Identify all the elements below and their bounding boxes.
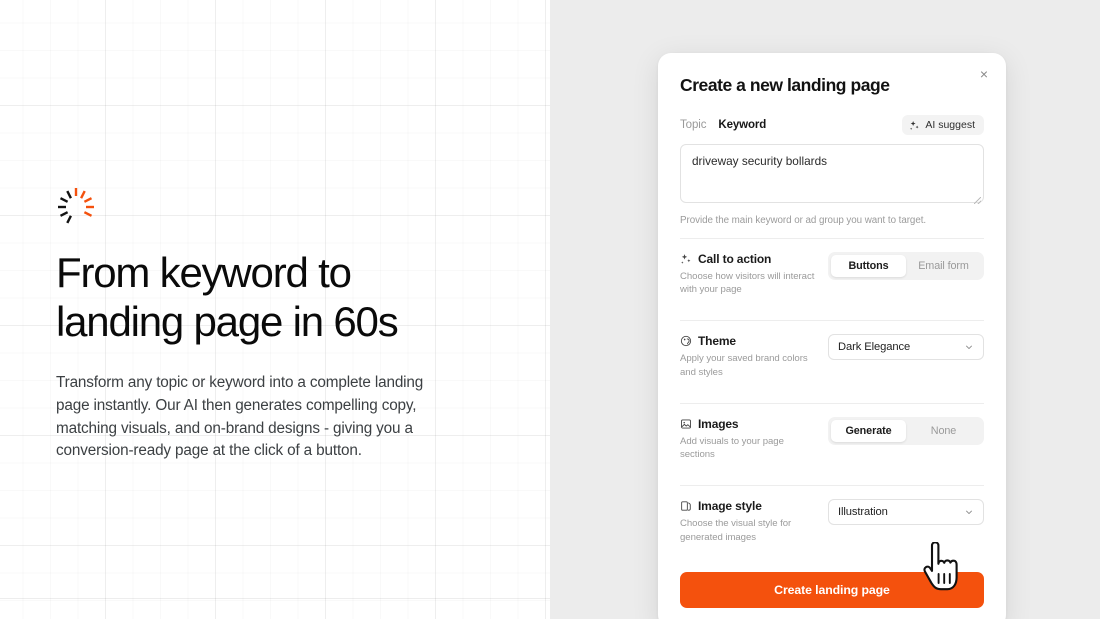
section-title-text: Images [698,416,739,431]
section-heading: Theme [680,334,816,348]
section-description: Choose how visitors will interact with y… [680,271,815,296]
section-images: Images Add visuals to your page sections… [680,404,984,473]
section-title-text: Theme [698,334,736,349]
panel-bottom-divider [0,598,550,599]
chevron-down-icon [966,511,972,515]
section-title-text: Image style [698,499,762,514]
page-title: From keyword to landing page in 60s [56,249,399,346]
modal-backdrop-panel: × Create a new landing page Topic Keywor… [550,0,1100,619]
section-image-style: Image style Choose the visual style for … [680,486,984,555]
tab-list: Topic Keyword [680,119,766,131]
theme-dropdown[interactable]: Dark Elegance [828,334,984,361]
section-text: Image style Choose the visual style for … [680,499,816,543]
ai-suggest-button[interactable]: AI suggest [902,115,984,135]
keyword-field-help: Provide the main keyword or ad group you… [680,215,927,226]
create-landing-page-modal: × Create a new landing page Topic Keywor… [658,53,1006,619]
modal-title: Create a new landing page [680,75,890,95]
palette-icon [680,336,692,347]
section-text: Images Add visuals to your page sections [680,417,816,461]
cta-option-email-form[interactable]: Email form [906,255,981,277]
keyword-field-wrapper [680,144,984,208]
section-text: Theme Apply your saved brand colors and … [680,334,816,378]
create-landing-page-button[interactable]: Create landing page [680,571,984,608]
tab-keyword[interactable]: Keyword [718,119,766,131]
keyword-input[interactable] [680,144,984,203]
marketing-panel: From keyword to landing page in 60s Tran… [0,0,550,619]
section-theme: Theme Apply your saved brand colors and … [680,321,984,390]
tab-topic[interactable]: Topic [680,119,706,131]
theme-selected-value: Dark Elegance [838,341,911,354]
cta-segmented-control: Buttons Email form [828,252,984,280]
chevron-down-icon [966,346,972,350]
hero-content: From keyword to landing page in 60s Tran… [56,186,476,463]
app-screen: From keyword to landing page in 60s Tran… [0,0,1100,619]
section-text: Call to action Choose how visitors will … [680,252,816,296]
burst-spark-icon [58,188,94,224]
image-style-selected-value: Illustration [838,506,888,519]
images-option-generate[interactable]: Generate [831,419,906,442]
sparkles-icon [681,254,691,264]
ai-suggest-label: AI suggest [925,119,975,131]
section-heading: Image style [680,499,816,513]
sparkles-icon [910,120,919,130]
section-heading: Call to action [680,252,816,266]
image-style-dropdown[interactable]: Illustration [828,499,984,526]
image-icon [681,419,691,429]
section-description: Choose the visual style for generated im… [680,518,792,543]
section-description: Add visuals to your page sections [680,435,784,461]
close-icon[interactable]: × [974,64,994,84]
cta-option-buttons[interactable]: Buttons [831,255,906,277]
images-segmented-control: Generate None [828,416,984,445]
image-style-icon [681,501,691,512]
section-description: Apply your saved brand colors and styles [680,353,808,378]
hero-body-text: Transform any topic or keyword into a co… [56,374,424,460]
images-option-none[interactable]: None [906,420,981,442]
section-call-to-action: Call to action Choose how visitors will … [680,239,984,308]
section-title-text: Call to action [698,252,772,266]
input-mode-tabs: Topic Keyword AI suggest [680,115,984,135]
section-heading: Images [680,417,816,431]
